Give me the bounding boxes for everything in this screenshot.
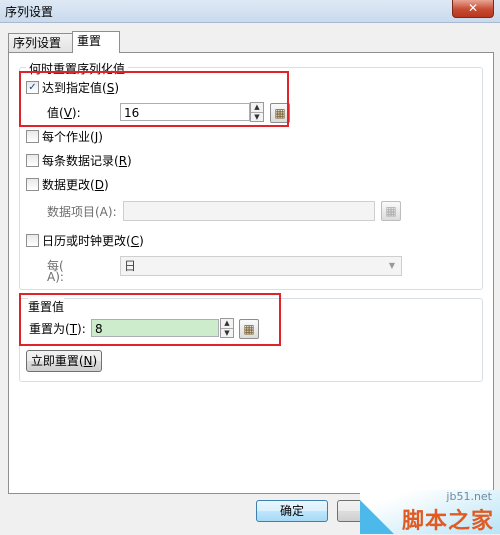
calendar-change-checkbox[interactable] [26, 234, 39, 247]
each-record-label[interactable]: 每条数据记录(R) [42, 152, 132, 169]
data-item-picker-button[interactable]: ▦ [381, 201, 401, 221]
watermark: jb51.net 脚本之家 [360, 490, 500, 534]
calendar-change-label[interactable]: 日历或时钟更改(C) [42, 232, 144, 249]
watermark-logo-icon [360, 500, 394, 534]
window-title: 序列设置 [5, 5, 54, 19]
highlight-box-reset-value [19, 293, 281, 346]
highlight-box-reach-value [19, 71, 289, 127]
every-select[interactable]: 日 ▼ [120, 256, 402, 276]
every-selected-value: 日 [124, 259, 137, 273]
data-change-label[interactable]: 数据更改(D) [42, 176, 109, 193]
each-job-checkbox[interactable] [26, 130, 39, 143]
each-job-label[interactable]: 每个作业(J) [42, 128, 103, 145]
watermark-url: jb51.net [446, 490, 492, 503]
data-item-input[interactable] [123, 201, 375, 221]
tab-label: 重置 [77, 34, 102, 48]
every-label-line2: A): [47, 270, 64, 284]
tab-sequence-settings[interactable]: 序列设置 [8, 33, 76, 52]
close-icon: ✕ [467, 1, 479, 15]
each-record-checkbox[interactable] [26, 154, 39, 167]
ok-button[interactable]: 确定 [256, 500, 328, 522]
reset-now-button[interactable]: 立即重置(N) [26, 350, 102, 372]
tab-reset[interactable]: 重置 [72, 31, 120, 53]
title-bar: 序列设置 ✕ [0, 0, 500, 23]
data-change-checkbox[interactable] [26, 178, 39, 191]
watermark-text: 脚本之家 [401, 509, 494, 534]
chevron-down-icon: ▼ [388, 261, 395, 270]
grid-picker-icon: ▦ [385, 204, 397, 218]
tab-label: 序列设置 [13, 36, 62, 50]
data-item-label: 数据项目(A): [47, 205, 117, 219]
close-button[interactable]: ✕ [452, 0, 494, 18]
